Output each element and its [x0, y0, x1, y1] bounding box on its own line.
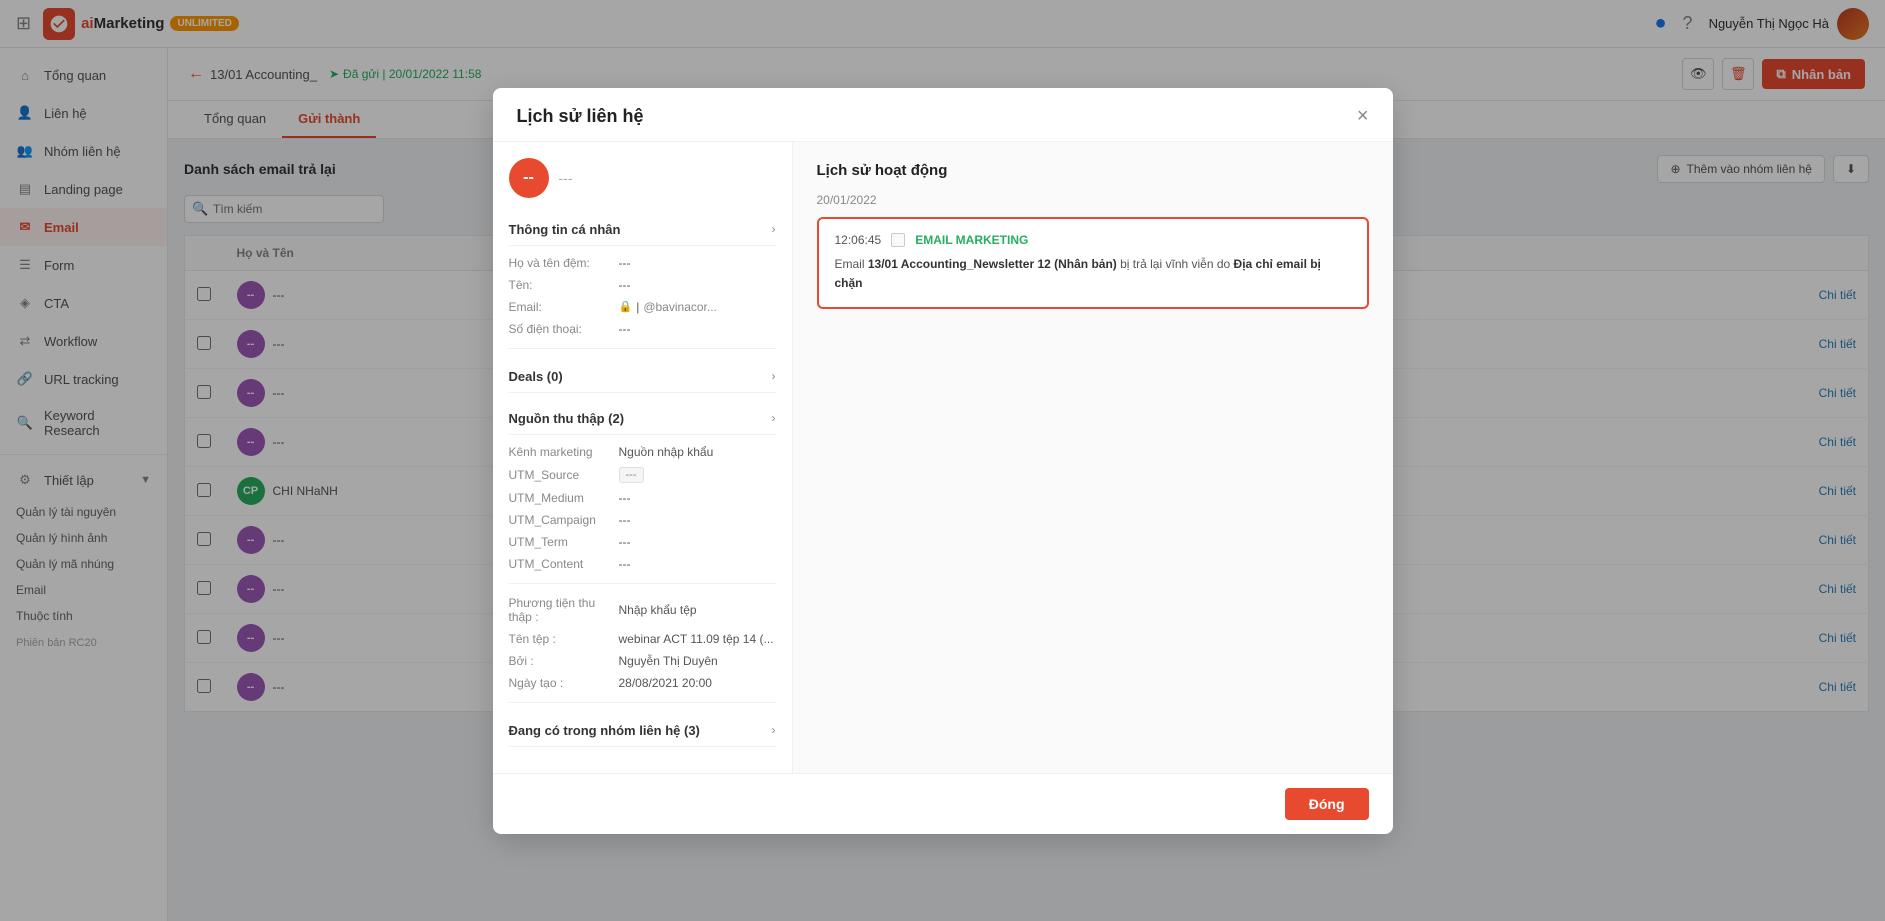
sources-section-header[interactable]: Nguồn thu thập (2) › [509, 403, 776, 435]
email-domain: @bavinacor... [643, 300, 717, 314]
field-value: --- [619, 278, 776, 292]
field-label: Phương tiện thu thập : [509, 596, 619, 624]
modal-right-panel: Lịch sử hoạt động 20/01/2022 12:06:45 EM… [793, 142, 1393, 773]
chevron-right-icon: › [772, 723, 776, 737]
activity-card-header: 12:06:45 EMAIL MARKETING [835, 233, 1351, 247]
close-modal-button[interactable]: Đóng [1285, 788, 1369, 820]
modal-header: Lịch sử liên hệ × [493, 88, 1393, 142]
field-label: Họ và tên đệm: [509, 256, 619, 270]
field-label: UTM_Source [509, 468, 619, 482]
field-value: --- [619, 491, 776, 505]
sources-title: Nguồn thu thập (2) [509, 411, 625, 426]
field-label: Tên tệp : [509, 632, 619, 646]
field-row-utm-campaign: UTM_Campaign --- [509, 513, 776, 527]
field-label: Email: [509, 300, 619, 314]
activity-card: 12:06:45 EMAIL MARKETING Email 13/01 Acc… [817, 217, 1369, 309]
field-row-boi: Bởi : Nguyễn Thị Duyên [509, 654, 776, 668]
modal-overlay[interactable]: Lịch sử liên hệ × -- --- Thông tin cá nh… [0, 0, 1885, 921]
field-label: Số điện thoại: [509, 322, 619, 336]
activity-title: Lịch sử hoạt động [817, 162, 1369, 179]
field-label: UTM_Term [509, 535, 619, 549]
deals-section-header[interactable]: Deals (0) › [509, 361, 776, 393]
modal-footer: Đóng [493, 773, 1393, 834]
contact-avatar: -- [509, 158, 549, 198]
field-value: 28/08/2021 20:00 [619, 676, 776, 690]
modal-close-button[interactable]: × [1357, 106, 1369, 126]
field-label: Ngày tạo : [509, 676, 619, 690]
personal-info-title: Thông tin cá nhân [509, 222, 621, 237]
field-value: webinar ACT 11.09 tệp 14 (... [619, 632, 776, 646]
field-label: UTM_Content [509, 557, 619, 571]
field-row-utm-term: UTM_Term --- [509, 535, 776, 549]
modal-body: -- --- Thông tin cá nhân › Họ và tên đệm… [493, 142, 1393, 773]
field-value: --- [619, 322, 776, 336]
field-label: Kênh marketing [509, 445, 619, 459]
field-label: UTM_Campaign [509, 513, 619, 527]
divider [509, 702, 776, 703]
field-row-phone: Số điện thoại: --- [509, 322, 776, 336]
field-row-utm-source: UTM_Source --- [509, 467, 776, 483]
field-row-ho-ten: Họ và tên đệm: --- [509, 256, 776, 270]
utm-badge: --- [619, 467, 644, 483]
chevron-right-icon: › [772, 369, 776, 383]
groups-title: Đang có trong nhóm liên hệ (3) [509, 723, 700, 738]
field-row-ngay-tao: Ngày tạo : 28/08/2021 20:00 [509, 676, 776, 690]
field-value: Nhập khẩu tệp [619, 603, 776, 617]
modal-left-panel: -- --- Thông tin cá nhân › Họ và tên đệm… [493, 142, 793, 773]
field-label: UTM_Medium [509, 491, 619, 505]
field-value: --- [619, 256, 776, 270]
field-label: Tên: [509, 278, 619, 292]
chevron-right-icon: › [772, 411, 776, 425]
field-value-email: 🔒 | @bavinacor... [619, 300, 776, 314]
chevron-right-icon: › [772, 222, 776, 236]
activity-type: EMAIL MARKETING [915, 233, 1028, 247]
deals-title: Deals (0) [509, 369, 563, 384]
activity-description: Email 13/01 Accounting_Newsletter 12 (Nh… [835, 255, 1351, 293]
field-row-utm-medium: UTM_Medium --- [509, 491, 776, 505]
activity-date: 20/01/2022 [817, 193, 1369, 207]
groups-section-header[interactable]: Đang có trong nhóm liên hệ (3) › [509, 715, 776, 747]
field-row-ten-tep: Tên tệp : webinar ACT 11.09 tệp 14 (... [509, 632, 776, 646]
divider [509, 348, 776, 349]
email-lock-icon: 🔒 [619, 300, 633, 313]
field-row-ten: Tên: --- [509, 278, 776, 292]
field-value: Nguyễn Thị Duyên [619, 654, 776, 668]
field-value: Nguồn nhập khẩu [619, 445, 776, 459]
field-row-email: Email: 🔒 | @bavinacor... [509, 300, 776, 314]
contact-name: --- [559, 170, 573, 186]
divider [509, 583, 776, 584]
field-value: --- [619, 557, 776, 571]
activity-time: 12:06:45 [835, 233, 882, 247]
field-row-phuong-tien: Phương tiện thu thập : Nhập khẩu tệp [509, 596, 776, 624]
field-value: --- [619, 513, 776, 527]
field-label: Bởi : [509, 654, 619, 668]
field-row-kenh: Kênh marketing Nguồn nhập khẩu [509, 445, 776, 459]
modal-title: Lịch sử liên hệ [517, 106, 644, 127]
field-row-utm-content: UTM_Content --- [509, 557, 776, 571]
personal-info-section-header[interactable]: Thông tin cá nhân › [509, 214, 776, 246]
contact-avatar-row: -- --- [509, 158, 776, 198]
modal: Lịch sử liên hệ × -- --- Thông tin cá nh… [493, 88, 1393, 834]
activity-checkbox [891, 233, 905, 247]
field-value: --- [619, 535, 776, 549]
